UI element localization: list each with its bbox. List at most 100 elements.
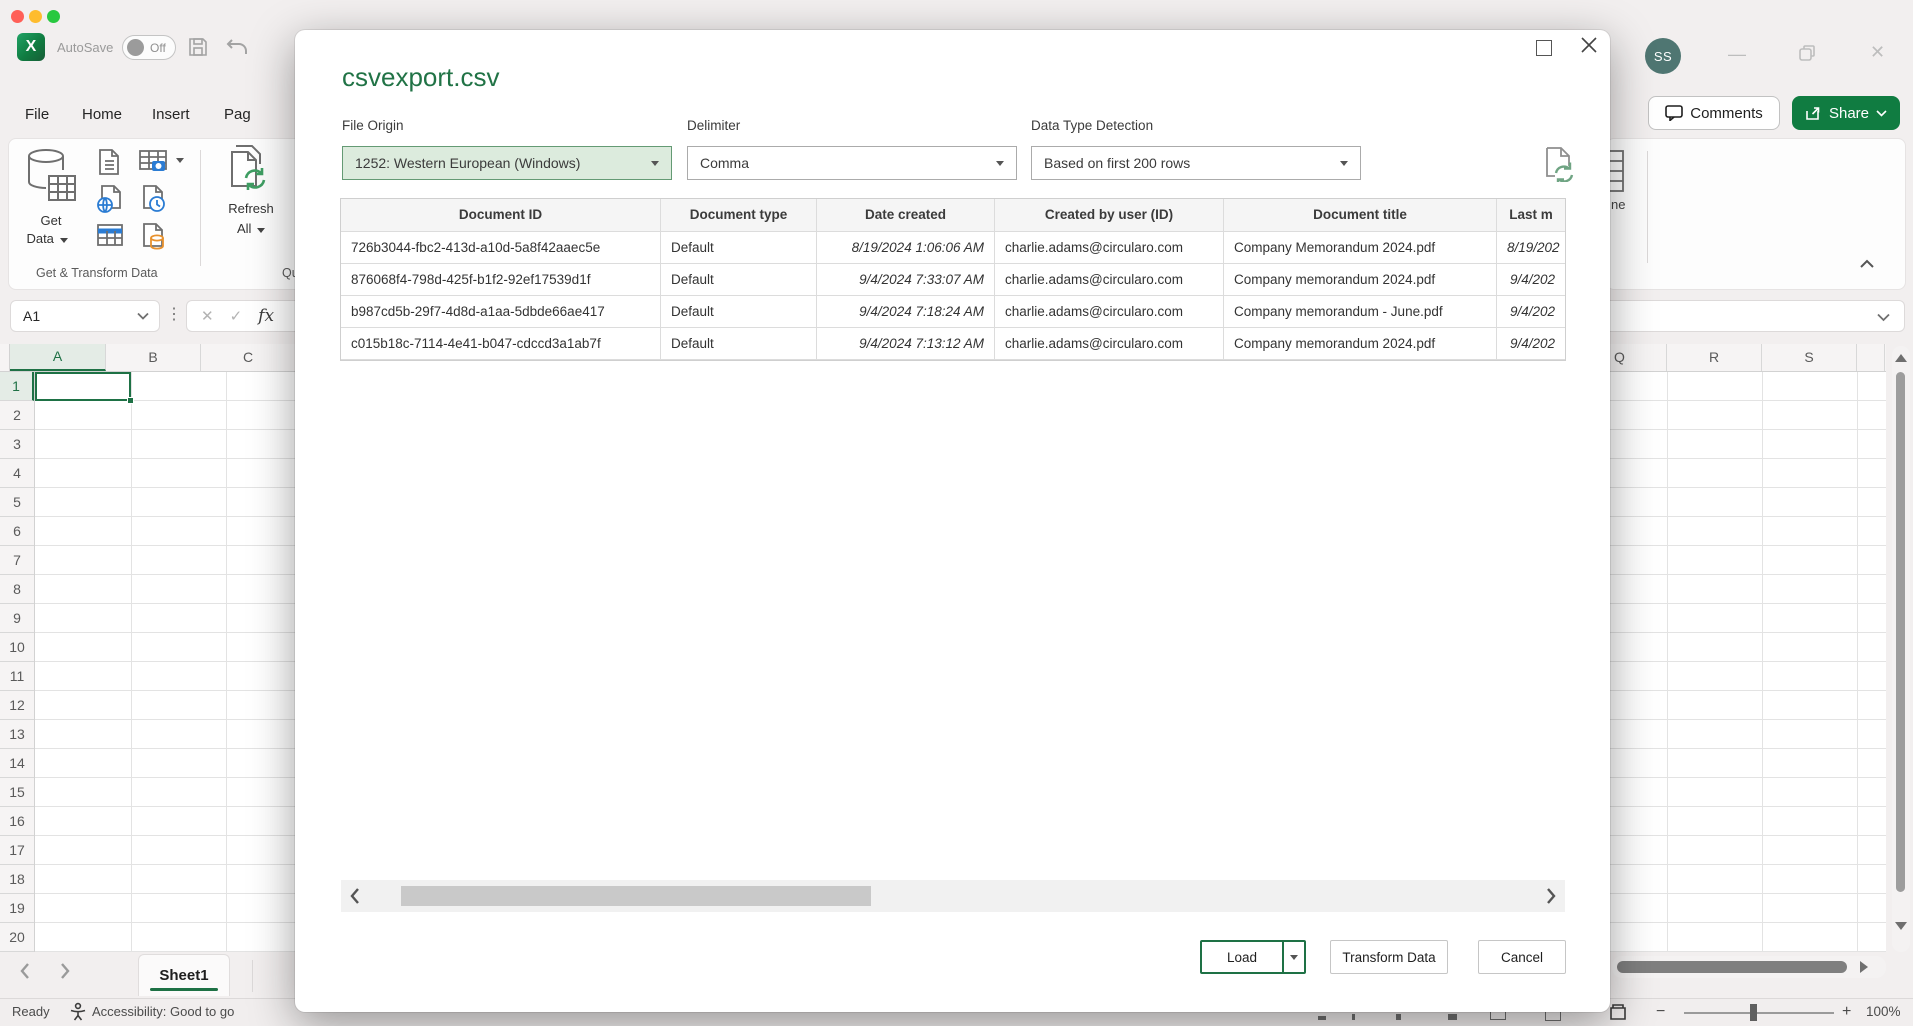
fill-handle[interactable] xyxy=(127,397,134,404)
refresh-preview-icon[interactable] xyxy=(1543,146,1575,182)
formula-bar-expand-area[interactable] xyxy=(1598,300,1905,332)
refresh-all-label1[interactable]: Refresh xyxy=(216,200,286,217)
column-header-c[interactable]: C xyxy=(201,344,296,371)
accessibility-icon[interactable] xyxy=(68,1002,88,1022)
sheet-hscroll-thumb[interactable] xyxy=(1617,961,1847,973)
cells-area-left[interactable] xyxy=(35,372,296,952)
avatar[interactable]: SS xyxy=(1645,38,1681,74)
vertical-scrollbar[interactable] xyxy=(1892,346,1910,952)
cells-area-right[interactable] xyxy=(1610,372,1886,952)
sheet-nav-next-icon[interactable] xyxy=(58,962,72,980)
from-web-icon[interactable] xyxy=(96,184,124,214)
mac-minimize-button[interactable] xyxy=(29,10,42,23)
status-accessibility[interactable]: Accessibility: Good to go xyxy=(92,1004,234,1019)
row-header-20[interactable]: 20 xyxy=(0,923,34,952)
mac-zoom-button[interactable] xyxy=(47,10,60,23)
row-header-13[interactable]: 13 xyxy=(0,720,34,749)
share-button[interactable]: Share xyxy=(1792,96,1900,130)
name-box-options[interactable]: ⋮ xyxy=(166,304,182,324)
view-normal-icon-partial[interactable] xyxy=(1545,1012,1561,1021)
transform-data-button[interactable]: Transform Data xyxy=(1330,940,1448,974)
row-header-7[interactable]: 7 xyxy=(0,546,34,575)
column-headers-left[interactable]: ABC xyxy=(10,344,296,372)
dialog-hscroll-thumb[interactable] xyxy=(401,886,871,906)
save-icon[interactable] xyxy=(186,35,210,59)
zoom-out-button[interactable]: − xyxy=(1656,1003,1665,1021)
zoom-slider-thumb[interactable] xyxy=(1750,1004,1757,1021)
zoom-slider-track[interactable] xyxy=(1684,1012,1834,1014)
row-header-18[interactable]: 18 xyxy=(0,865,34,894)
row-headers[interactable]: 1234567891011121314151617181920 xyxy=(0,372,35,952)
name-box[interactable]: A1 xyxy=(10,300,160,332)
row-header-2[interactable]: 2 xyxy=(0,401,34,430)
from-picture-icon[interactable] xyxy=(138,148,168,176)
row-header-15[interactable]: 15 xyxy=(0,778,34,807)
row-header-11[interactable]: 11 xyxy=(0,662,34,691)
cancel-button[interactable]: Cancel xyxy=(1478,940,1566,974)
window-minimize-icon[interactable]: — xyxy=(1728,44,1746,65)
sheet-nav-prev-icon[interactable] xyxy=(18,962,32,980)
column-header-0[interactable]: Document ID xyxy=(341,199,661,231)
formula-enter-icon[interactable]: ✓ xyxy=(230,307,243,325)
from-text-csv-icon[interactable] xyxy=(96,148,122,176)
row-header-9[interactable]: 9 xyxy=(0,604,34,633)
row-header-1[interactable]: 1 xyxy=(0,372,34,401)
row-header-14[interactable]: 14 xyxy=(0,749,34,778)
window-restore-icon[interactable] xyxy=(1798,44,1816,62)
row-header-3[interactable]: 3 xyxy=(0,430,34,459)
zoom-in-button[interactable]: + xyxy=(1842,1003,1851,1021)
from-table-range-icon[interactable] xyxy=(96,222,124,248)
column-header-3[interactable]: Created by user (ID) xyxy=(995,199,1224,231)
menu-tab-file[interactable]: File xyxy=(25,106,49,123)
column-header-partial[interactable] xyxy=(1857,344,1885,371)
column-header-2[interactable]: Date created xyxy=(817,199,995,231)
existing-connections-icon[interactable] xyxy=(140,222,168,252)
dialog-maximize-icon[interactable] xyxy=(1536,40,1552,56)
insert-function-icon[interactable]: fx xyxy=(258,306,274,326)
row-header-8[interactable]: 8 xyxy=(0,575,34,604)
scroll-up-icon[interactable] xyxy=(1895,354,1907,362)
scroll-right-icon[interactable] xyxy=(1860,961,1868,973)
undo-icon[interactable] xyxy=(224,34,250,60)
column-header-s[interactable]: S xyxy=(1762,344,1857,371)
row-header-16[interactable]: 16 xyxy=(0,807,34,836)
column-header-4[interactable]: Document title xyxy=(1224,199,1497,231)
column-header-q[interactable]: Q xyxy=(1610,344,1667,371)
column-header-5[interactable]: Last m xyxy=(1497,199,1565,231)
menu-tab-insert[interactable]: Insert xyxy=(152,106,190,123)
sheet-horizontal-scrollbar[interactable] xyxy=(1612,956,1886,978)
scroll-right-icon[interactable] xyxy=(1545,887,1557,905)
scroll-left-icon[interactable] xyxy=(349,887,361,905)
worksheet-grid-left[interactable]: ABC 1234567891011121314151617181920 xyxy=(0,344,296,952)
select-all-corner[interactable] xyxy=(0,344,10,372)
recent-sources-icon[interactable] xyxy=(140,184,168,214)
row-header-4[interactable]: 4 xyxy=(0,459,34,488)
row-header-6[interactable]: 6 xyxy=(0,517,34,546)
refresh-all-icon[interactable] xyxy=(226,144,276,196)
dialog-close-icon[interactable] xyxy=(1576,32,1602,58)
zoom-level[interactable]: 100% xyxy=(1866,1004,1901,1019)
comments-button[interactable]: Comments xyxy=(1648,96,1780,130)
column-header-a[interactable]: A xyxy=(10,344,106,371)
view-page-layout-icon[interactable] xyxy=(1608,1002,1628,1022)
load-dropdown-button[interactable] xyxy=(1282,942,1304,972)
column-headers-right[interactable]: QRS xyxy=(1610,344,1886,372)
delimiter-select[interactable]: Comma xyxy=(687,146,1017,180)
file-origin-select[interactable]: 1252: Western European (Windows) xyxy=(342,146,672,180)
vertical-scroll-thumb[interactable] xyxy=(1896,372,1905,892)
get-data-icon[interactable] xyxy=(24,146,78,210)
formula-cancel-icon[interactable]: ✕ xyxy=(201,307,214,325)
row-header-12[interactable]: 12 xyxy=(0,691,34,720)
load-button[interactable]: Load xyxy=(1202,942,1282,972)
row-header-5[interactable]: 5 xyxy=(0,488,34,517)
mac-close-button[interactable] xyxy=(11,10,24,23)
collapse-ribbon-icon[interactable] xyxy=(1859,259,1875,269)
column-header-r[interactable]: R xyxy=(1667,344,1762,371)
dialog-horizontal-scrollbar[interactable] xyxy=(341,880,1565,912)
formula-bar-expand-icon[interactable] xyxy=(1877,313,1890,322)
column-header-b[interactable]: B xyxy=(106,344,201,371)
row-header-19[interactable]: 19 xyxy=(0,894,34,923)
scroll-down-icon[interactable] xyxy=(1895,922,1907,930)
window-close-icon[interactable]: ✕ xyxy=(1870,42,1885,63)
data-type-detection-select[interactable]: Based on first 200 rows xyxy=(1031,146,1361,180)
